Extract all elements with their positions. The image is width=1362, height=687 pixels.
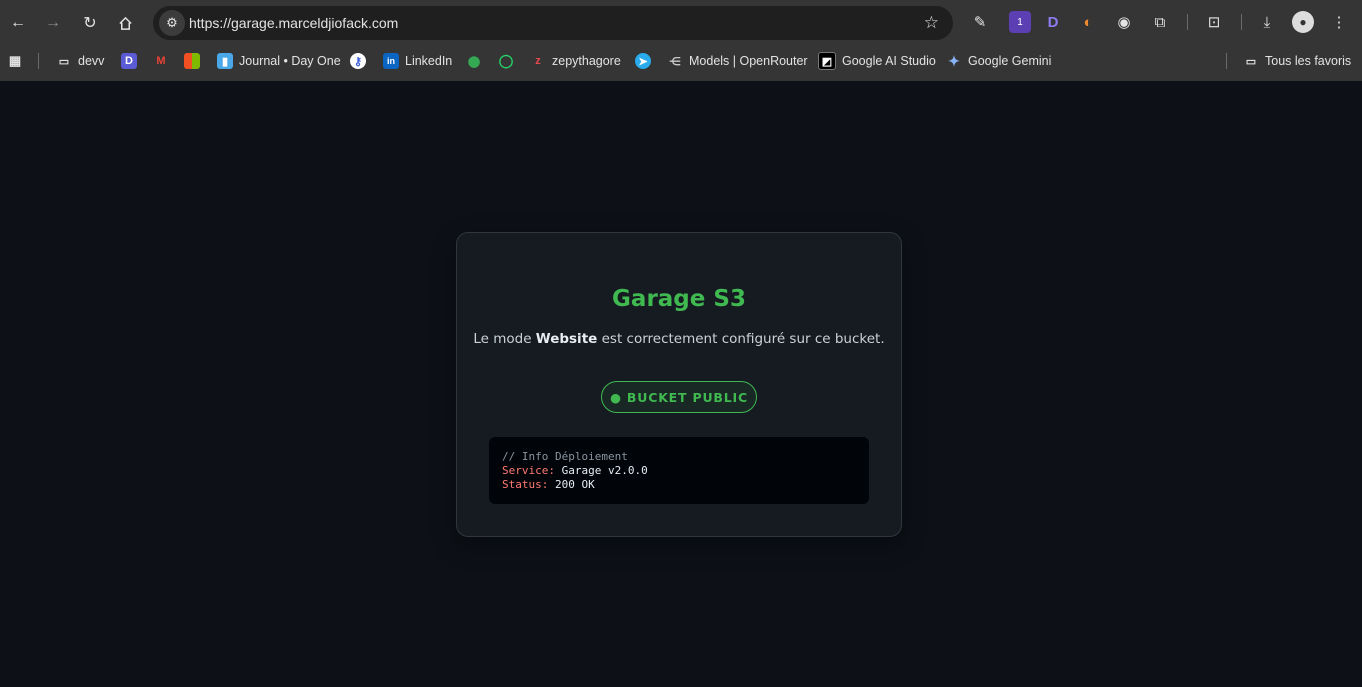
bookmark-journal[interactable]: ▮ Journal • Day One [217, 51, 341, 71]
bookmark-gmail[interactable]: M [153, 51, 169, 71]
arrow-right-icon: → [45, 14, 61, 31]
download-icon[interactable]: ⤓ [1256, 11, 1278, 33]
menu-icon[interactable]: ⋮ [1328, 11, 1350, 33]
desc-suffix: est correctement configuré sur ce bucket… [597, 331, 885, 347]
bookmark-label: Journal • Day One [239, 54, 341, 68]
folder-icon: ▭ [1245, 55, 1257, 68]
whatsapp-icon: ◯ [498, 53, 514, 68]
openrouter-icon: ⋲ [669, 55, 681, 68]
bookmark-microsoft[interactable] [184, 51, 200, 71]
bookmark-gemini[interactable]: ✦ Google Gemini [946, 51, 1051, 71]
extension-badge-count: 1 [1017, 16, 1023, 28]
reload-button[interactable]: ↻ [77, 10, 103, 36]
gmail-icon: M [156, 55, 166, 67]
status-card: Garage S3 Le mode Website est correcteme… [456, 232, 902, 537]
bookmark-linkedin[interactable]: in LinkedIn [383, 51, 452, 71]
url-text[interactable]: https://garage.marceldjiofack.com [189, 15, 398, 31]
bookmarks-items: ▭ devv D M ▮ Journal • Day One ⚷ in LinkedI… [0, 45, 1362, 75]
status-value: 200 OK [548, 478, 595, 491]
extension-badge-icon[interactable]: 1 [1009, 11, 1031, 33]
bookmark-label: Google AI Studio [842, 54, 936, 68]
bookmark-devv[interactable]: ▭ devv [56, 51, 105, 71]
bookmark-label: Google Gemini [968, 54, 1052, 68]
desc-bold: Website [535, 331, 598, 347]
journal-icon: ▮ [217, 53, 233, 69]
maps-icon: ⬤ [467, 55, 481, 68]
bookmark-key[interactable]: ⚷ [350, 51, 366, 71]
bucket-public-badge: ● BUCKET PUBLIC [601, 381, 757, 413]
camera-icon[interactable]: ◉ [1113, 11, 1135, 33]
address-bar[interactable]: ⚙ https://garage.marceldjiofack.com ☆ [153, 6, 953, 40]
back-button[interactable]: ← [5, 10, 31, 36]
browser-chrome: ← → ↻ ⚙ https://garage.marceldjiofack.co… [0, 0, 1362, 81]
deployment-info-block: // Info Déploiement Service: Garage v2.0… [489, 437, 869, 504]
blue-d-icon: D [121, 53, 137, 69]
moon-extension-icon[interactable]: ◐ [1077, 11, 1099, 33]
arrow-left-icon: ← [10, 14, 26, 31]
bookmark-label: Tous les favoris [1265, 54, 1352, 68]
home-icon [118, 16, 132, 30]
reload-icon: ↻ [83, 15, 97, 32]
service-value: Garage v2.0.0 [554, 464, 648, 477]
bookmark-label: LinkedIn [405, 54, 453, 68]
service-key: Service: [502, 464, 555, 477]
page-description: Le mode Website est correctement configu… [457, 331, 901, 347]
eyedropper-icon[interactable]: ✎ [969, 11, 991, 33]
desc-prefix: Le mode [473, 331, 536, 347]
bookmark-openrouter[interactable]: ⋲ Models | OpenRouter [667, 51, 808, 71]
bookmark-star-icon[interactable]: ☆ [924, 13, 939, 33]
site-settings-icon[interactable]: ⚙ [159, 10, 185, 36]
bookmark-label: Models | OpenRouter [689, 54, 808, 68]
bookmark-telegram[interactable]: ➤ [635, 51, 651, 71]
bookmark-maps[interactable]: ⬤ [466, 51, 482, 71]
service-line: Service: Garage v2.0.0 [502, 464, 856, 478]
browser-toolbar: ← → ↻ ⚙ https://garage.marceldjiofack.co… [0, 0, 1362, 45]
key-icon: ⚷ [350, 53, 366, 69]
z-icon: z [535, 55, 541, 67]
bookmark-label: zepythagore [552, 54, 621, 68]
extensions-puzzle-icon[interactable]: ⧉ [1149, 11, 1171, 33]
bookmark-ai-studio[interactable]: ◩ Google AI Studio [818, 51, 936, 71]
all-bookmarks-folder[interactable]: ▭ Tous les favoris [1243, 51, 1351, 71]
microsoft-icon [184, 53, 200, 69]
forward-button[interactable]: → [40, 10, 66, 36]
linkedin-icon: in [383, 53, 399, 69]
gemini-icon: ✦ [948, 52, 960, 69]
status-line: Status: 200 OK [502, 478, 856, 492]
lens-icon[interactable]: ⊡ [1203, 11, 1225, 33]
telegram-icon: ➤ [635, 53, 651, 69]
toolbar-divider [1241, 14, 1242, 30]
profile-avatar[interactable]: ● [1292, 11, 1314, 33]
page-title: Garage S3 [612, 286, 746, 312]
bookmark-zepythagore[interactable]: z zepythagore [530, 51, 621, 71]
code-comment: // Info Déploiement [502, 450, 628, 463]
d-extension-icon[interactable]: D [1042, 11, 1064, 33]
bookmark-label: devv [78, 54, 105, 68]
status-key: Status: [502, 478, 549, 491]
bookmarks-divider [1226, 53, 1227, 69]
ai-studio-icon: ◩ [818, 52, 836, 70]
bookmark-blue-d[interactable]: D [121, 51, 137, 71]
bookmark-whatsapp[interactable]: ◯ [498, 51, 514, 71]
toolbar-divider [1187, 14, 1188, 30]
home-button[interactable] [112, 10, 138, 36]
folder-icon: ▭ [58, 55, 70, 68]
